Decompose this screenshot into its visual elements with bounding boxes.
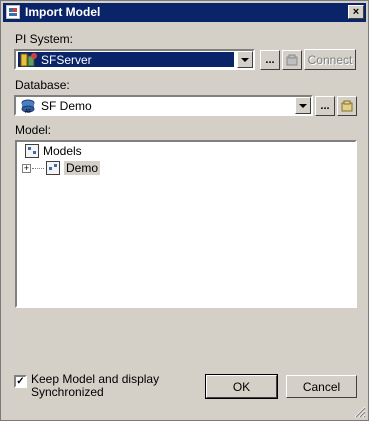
tree-node-demo-label: Demo [64, 161, 101, 175]
keep-synchronized-label-line2: Synchronized [31, 385, 104, 399]
resize-grip-icon[interactable] [354, 406, 366, 418]
close-button[interactable]: × [348, 5, 364, 19]
pi-system-value: SFServer [18, 52, 234, 67]
svg-text:AF: AF [25, 109, 31, 114]
database-text: SF Demo [41, 98, 92, 113]
cancel-button[interactable]: Cancel [286, 375, 357, 398]
database-value: AF SF Demo [18, 98, 292, 114]
app-icon [6, 5, 20, 19]
tree-connector [32, 167, 44, 169]
model-label: Model: [15, 123, 52, 137]
database-browse-button[interactable]: ... [315, 96, 335, 116]
connect-button[interactable]: Connect [304, 49, 356, 70]
pi-system-browse-button[interactable]: ... [260, 50, 280, 70]
chevron-down-icon [241, 57, 249, 62]
expand-icon[interactable]: + [22, 163, 31, 173]
database-icon: AF [21, 99, 35, 114]
ok-button[interactable]: OK [205, 374, 278, 399]
pi-system-label: PI System: [15, 32, 74, 46]
tree-node-models-label: Models [43, 144, 82, 158]
pi-system-select[interactable]: SFServer [14, 49, 255, 70]
keep-synchronized-label-line1: Keep Model and display [31, 372, 160, 386]
database-dropdown-button[interactable] [295, 97, 311, 114]
models-folder-icon [25, 144, 39, 158]
properties-icon [341, 100, 353, 112]
server-icon [20, 52, 37, 66]
pi-system-dropdown-button[interactable] [237, 51, 253, 68]
database-select[interactable]: AF SF Demo [14, 95, 313, 116]
properties-icon [286, 54, 298, 66]
pi-system-properties-button[interactable] [282, 50, 302, 70]
database-properties-button[interactable] [337, 96, 357, 116]
window-title: Import Model [25, 5, 101, 19]
model-tree[interactable]: Models + Demo [15, 140, 357, 308]
tree-node-demo[interactable]: + Demo [22, 160, 101, 176]
keep-synchronized-checkbox[interactable]: ✓ [14, 375, 27, 388]
model-icon [46, 161, 60, 175]
tree-node-models[interactable]: Models [25, 143, 82, 159]
import-model-dialog: Import Model × PI System: SFServer ... C… [0, 0, 369, 421]
database-label: Database: [15, 78, 70, 92]
title-bar: Import Model × [3, 3, 366, 22]
checkmark-icon: ✓ [16, 375, 25, 387]
pi-system-text: SFServer [41, 52, 92, 67]
chevron-down-icon [299, 103, 307, 108]
